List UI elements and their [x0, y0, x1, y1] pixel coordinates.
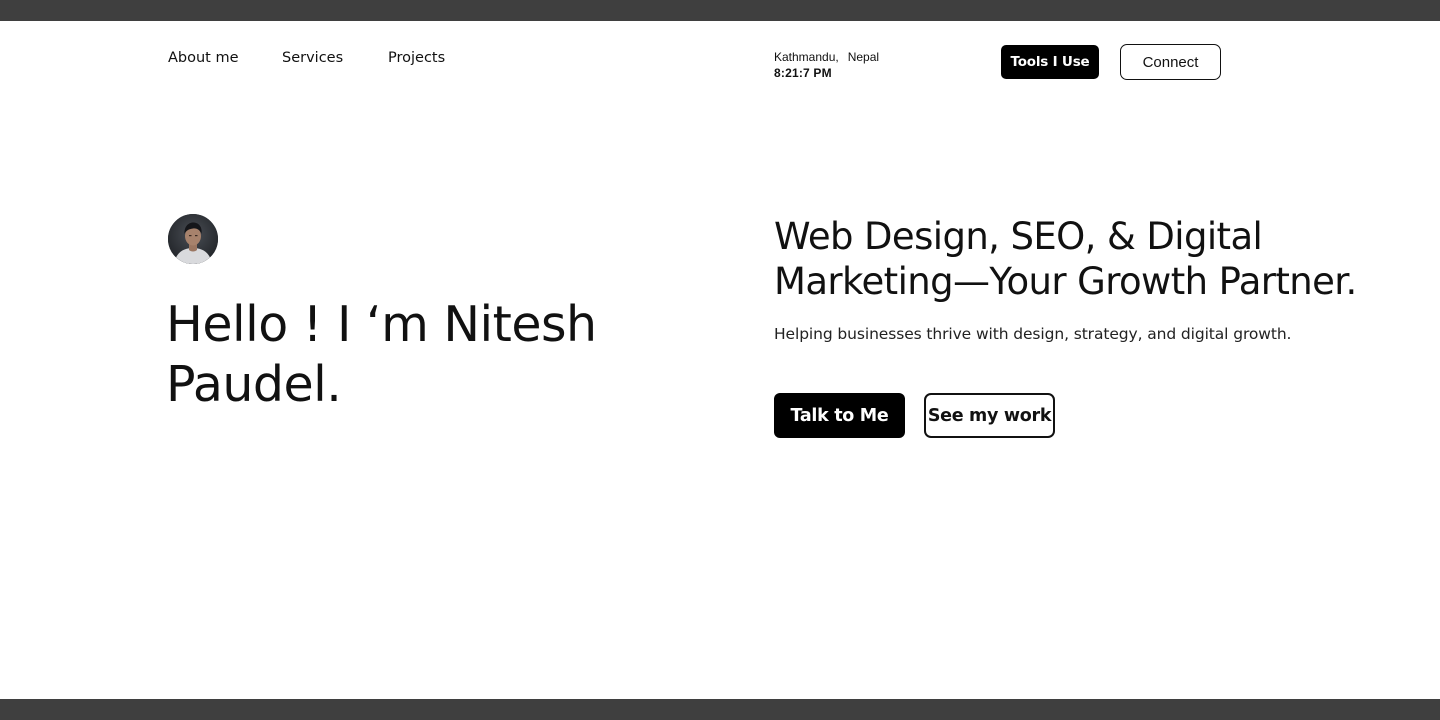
see-my-work-button[interactable]: See my work	[924, 393, 1055, 438]
hero-headline: Web Design, SEO, & Digital Marketing—You…	[774, 214, 1374, 304]
hero-headline-line2: Marketing—Your Growth Partner.	[774, 260, 1357, 303]
tools-button[interactable]: Tools I Use	[1001, 45, 1099, 79]
browser-frame-top	[0, 0, 1440, 21]
connect-button[interactable]: Connect	[1120, 44, 1221, 80]
hero-subheadline: Helping businesses thrive with design, s…	[774, 325, 1292, 343]
hero-greeting-line2: Paudel.	[166, 356, 342, 413]
nav-link-services[interactable]: Services	[282, 49, 343, 67]
hero-headline-line1: Web Design, SEO, & Digital	[774, 215, 1263, 258]
local-time: 8:21:7 PM	[774, 66, 832, 80]
hero-greeting-line1: Hello ! I ‘m Nitesh	[166, 296, 597, 353]
talk-to-me-button[interactable]: Talk to Me	[774, 393, 905, 438]
location-city: Kathmandu,	[774, 50, 839, 64]
nav-link-projects[interactable]: Projects	[388, 49, 445, 67]
avatar	[168, 214, 218, 264]
profile-photo-icon	[168, 214, 218, 264]
hero-greeting: Hello ! I ‘m Nitesh Paudel.	[166, 295, 726, 415]
location-clock: Kathmandu, Nepal 8:21:7 PM	[774, 50, 879, 81]
nav-link-about[interactable]: About me	[168, 49, 239, 67]
location-country: Nepal	[847, 50, 880, 64]
browser-frame-bottom	[0, 699, 1440, 720]
